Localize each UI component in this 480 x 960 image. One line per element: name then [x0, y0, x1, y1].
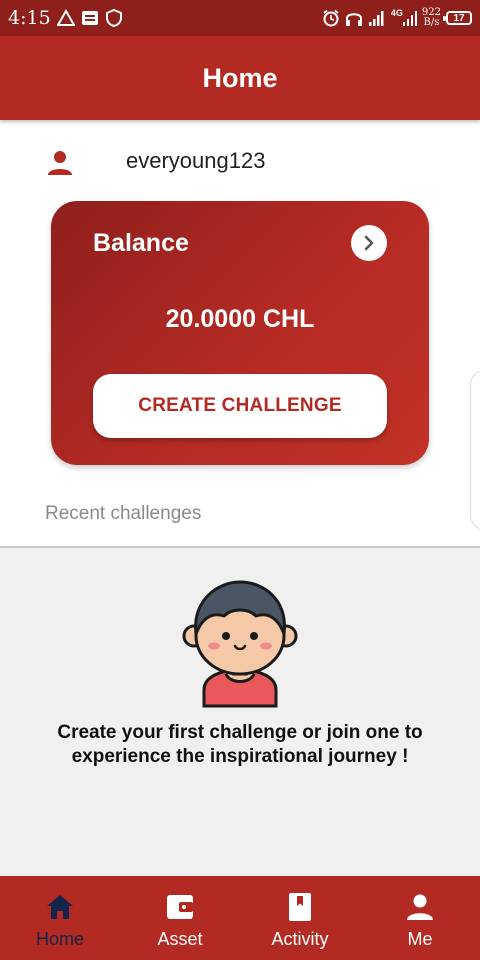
- nav-asset[interactable]: Asset: [120, 876, 240, 960]
- battery-indicator: 17: [443, 11, 472, 25]
- empty-state-message: Create your first challenge or join one …: [57, 722, 423, 767]
- bottom-nav: Home Asset Activity Me: [0, 876, 480, 960]
- home-icon: [45, 892, 75, 922]
- nav-activity-label: Activity: [271, 929, 329, 949]
- app-bar: Home: [0, 36, 480, 120]
- status-bar: 4:15 4G 922 B/s 17: [0, 0, 480, 36]
- nav-home-label: Home: [35, 929, 84, 949]
- nav-asset-label: Asset: [157, 929, 203, 949]
- user-icon: [46, 148, 74, 176]
- create-challenge-button[interactable]: CREATE CHALLENGE: [93, 374, 387, 438]
- network-label: 4G: [390, 8, 403, 18]
- alarm-icon: [322, 9, 340, 27]
- shield-icon: [105, 9, 123, 27]
- status-left: 4:15: [8, 7, 123, 29]
- recent-challenges-label: Recent challenges: [45, 503, 202, 524]
- status-right: 4G 922 B/s 17: [322, 8, 472, 28]
- user-row[interactable]: everyoung123: [0, 140, 480, 184]
- book-icon: [285, 892, 315, 922]
- chevron-right-icon: [364, 235, 374, 251]
- balance-value: 20.0000 CHL: [165, 305, 315, 333]
- signal-icon-2: [402, 9, 417, 27]
- next-card-peek[interactable]: [470, 370, 480, 530]
- balance-card: Balance 20.0000 CHL CREATE CHALLENGE: [51, 201, 429, 465]
- network-type: 4G: [391, 9, 417, 27]
- signal-icon: [368, 9, 386, 27]
- message-icon: [81, 9, 99, 27]
- status-time: 4:15: [8, 7, 51, 29]
- balance-detail-button[interactable]: [351, 225, 387, 261]
- person-icon: [405, 892, 435, 922]
- balance-label: Balance: [93, 229, 189, 257]
- page-title: Home: [202, 62, 278, 93]
- kid-avatar-illustration: [182, 578, 298, 708]
- speed-unit: B/s: [423, 17, 440, 28]
- network-speed: 922 B/s: [422, 8, 441, 28]
- nav-me[interactable]: Me: [360, 876, 480, 960]
- warning-triangle-icon: [56, 9, 75, 27]
- headphones-icon: [345, 9, 363, 27]
- wallet-icon: [165, 892, 195, 922]
- username: everyoung123: [126, 148, 266, 173]
- nav-home[interactable]: Home: [0, 876, 120, 960]
- nav-activity[interactable]: Activity: [240, 876, 360, 960]
- nav-me-label: Me: [407, 929, 433, 949]
